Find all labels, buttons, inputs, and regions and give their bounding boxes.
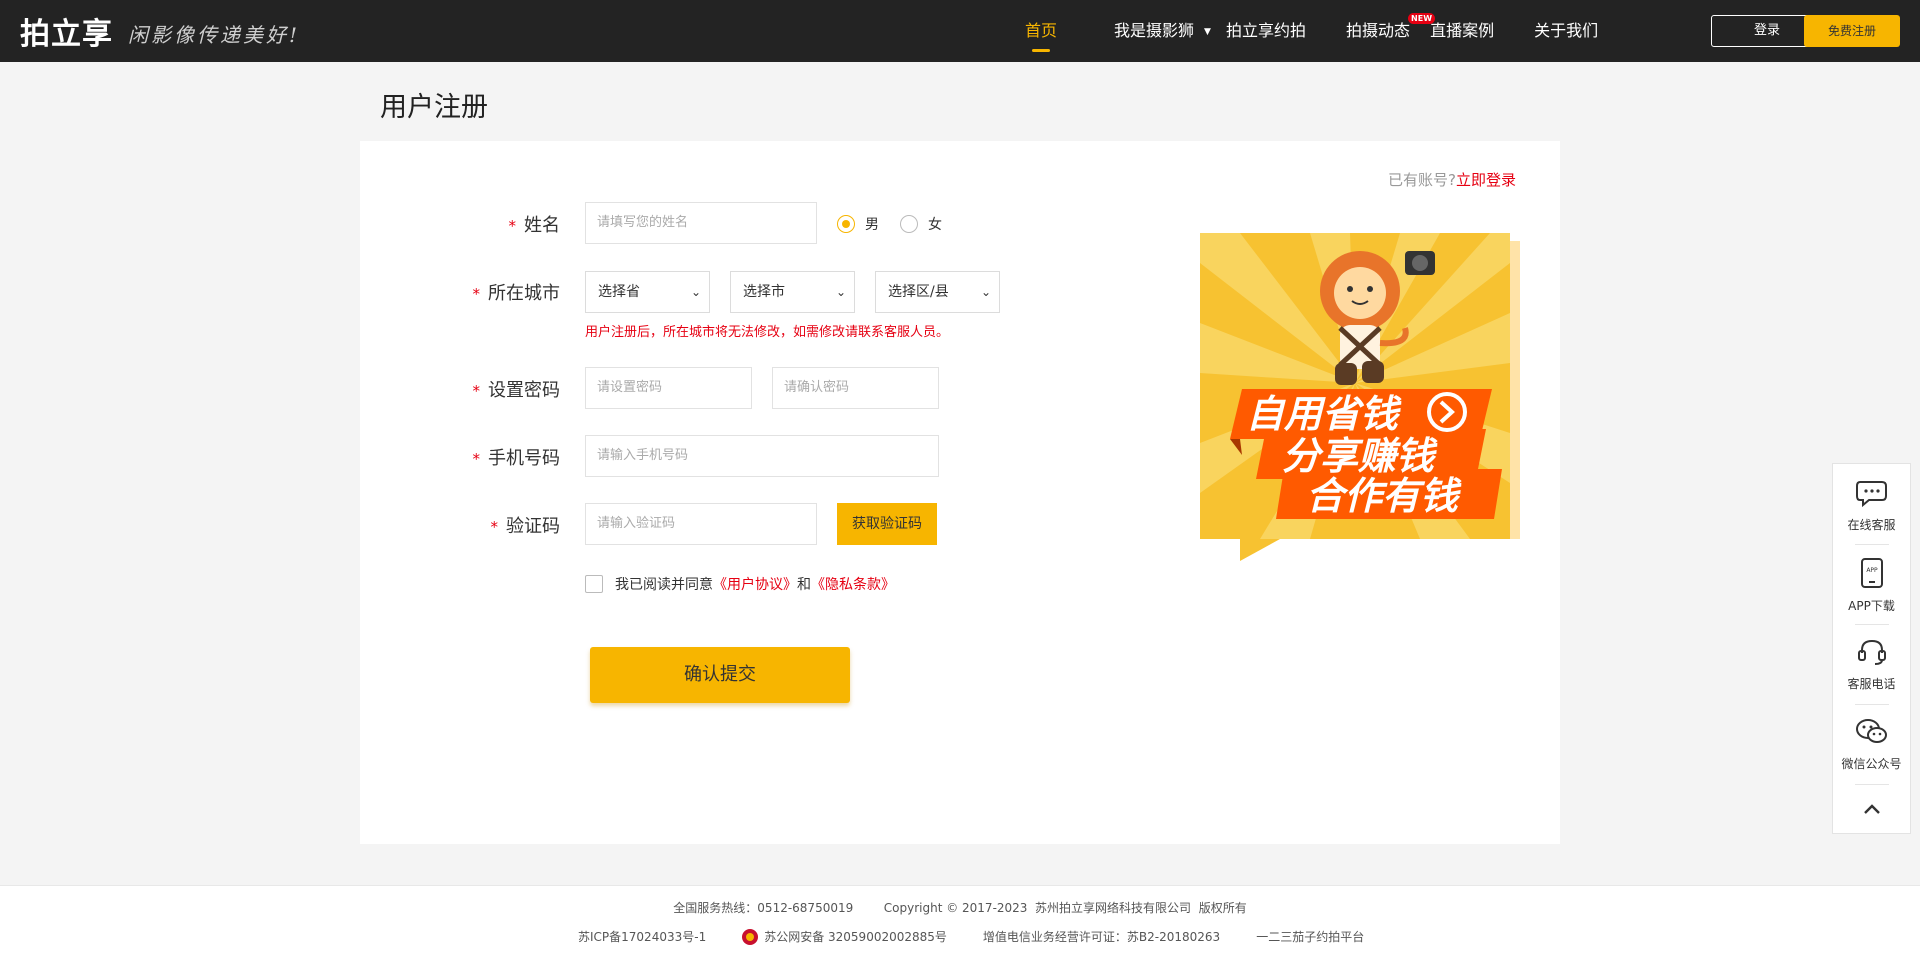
gender-female-radio[interactable]: 女 (900, 214, 942, 234)
site-slogan: 闲影像传递美好! (128, 23, 301, 47)
chevron-down-icon: ⌄ (690, 285, 701, 299)
chevron-down-icon: ⌄ (835, 285, 846, 299)
agreement-row: 我已阅读并同意 《用户协议》和《隐私条款》 (585, 574, 895, 594)
verification-code-input[interactable]: 请输入验证码 (585, 503, 817, 545)
police-badge-icon (742, 928, 759, 945)
register-card: 已有账号?立即登录 * 姓名 请填写您的姓名 男 女 * 所在城市 选择省 ⌄ 选择市… (360, 141, 1560, 844)
promo-illustration: 自用省钱 分享赚钱 合作有钱 (1200, 233, 1520, 561)
nav-item-home[interactable]: 首页 (1025, 0, 1057, 62)
phone-label: * 手机号码 (472, 448, 561, 469)
privacy-link[interactable]: 《隐私条款》 (811, 574, 895, 594)
promo-line-2: 分享赚钱 (1282, 434, 1438, 478)
chevron-down-icon: ▼ (1204, 27, 1211, 37)
district-select[interactable]: 选择区/县 ⌄ (875, 271, 1000, 313)
promo-banner[interactable]: 自用省钱 分享赚钱 合作有钱 (1200, 233, 1522, 561)
agreement-checkbox[interactable] (585, 575, 603, 593)
footer: 全国服务热线：0512-68750019 Copyright © 2017-20… (0, 885, 1920, 968)
nav-item-news[interactable]: 拍摄动态 NEW (1346, 0, 1436, 62)
promo-line-1: 自用省钱 (1246, 392, 1402, 436)
footer-copyright: 全国服务热线：0512-68750019 Copyright © 2017-20… (673, 901, 1247, 915)
nav-item-booking[interactable]: 拍立享约拍 (1226, 0, 1306, 62)
code-label: * 验证码 (490, 516, 561, 537)
wechat-button[interactable]: 微信公众号 (1833, 717, 1910, 772)
wechat-icon (1855, 719, 1887, 743)
site-logo[interactable]: 拍立享 (20, 13, 113, 52)
main-nav: 首页 我是摄影狮 ▼ 拍立享约拍 拍摄动态 NEW 直播案例 关于我们 (1010, 0, 1598, 62)
gender-male-radio[interactable]: 男 (837, 214, 879, 234)
platform-name: 一二三茄子约拍平台 (1256, 930, 1365, 944)
telecom-license: 增值电信业务经营许可证：苏B2-20180263 (982, 930, 1221, 944)
page-title: 用户注册 (380, 92, 488, 123)
nav-item-about[interactable]: 关于我们 (1534, 0, 1598, 62)
top-navbar: 拍立享 闲影像传递美好! 首页 我是摄影狮 ▼ 拍立享约拍 拍摄动态 NEW 直… (0, 0, 1920, 62)
city-select[interactable]: 选择市 ⌄ (730, 271, 855, 313)
icp-link[interactable]: 苏ICP备17024033号-1 (578, 928, 706, 945)
get-code-button[interactable]: 获取验证码 (837, 503, 937, 545)
logo-text: 拍立享 (20, 17, 113, 52)
chevron-up-icon (1863, 804, 1880, 814)
password-input[interactable]: 请设置密码 (585, 367, 752, 409)
city-hint: 用户注册后，所在城市将无法修改，如需修改请联系客服人员。 (585, 325, 950, 340)
chat-bubble-icon (1855, 481, 1887, 508)
chevron-down-icon: ⌄ (980, 285, 991, 299)
nav-item-live-cases[interactable]: 直播案例 (1430, 0, 1494, 62)
login-now-link[interactable]: 立即登录 (1456, 171, 1516, 189)
side-float-bar: 在线客服 APP APP下载 客服电话 微信公众号 (1832, 463, 1911, 834)
nav-item-photographer[interactable]: 我是摄影狮 ▼ (1114, 0, 1211, 62)
police-link[interactable]: 苏公网安备 32059002002885号 (764, 928, 947, 945)
province-select[interactable]: 选择省 ⌄ (585, 271, 710, 313)
user-agreement-link[interactable]: 《用户协议》 (713, 574, 797, 594)
name-label: * 姓名 (508, 215, 561, 236)
register-button[interactable]: 免费注册 (1804, 15, 1900, 47)
phone-app-icon: APP (1860, 558, 1883, 588)
service-phone-button[interactable]: 客服电话 (1833, 637, 1910, 692)
have-account: 已有账号?立即登录 (1388, 171, 1516, 189)
city-label: * 所在城市 (472, 283, 561, 304)
headset-icon (1857, 639, 1886, 665)
name-input[interactable]: 请填写您的姓名 (585, 202, 817, 244)
phone-input[interactable]: 请输入手机号码 (585, 435, 939, 477)
submit-button[interactable]: 确认提交 (590, 647, 850, 703)
online-service-button[interactable]: 在线客服 (1833, 478, 1910, 533)
confirm-password-input[interactable]: 请确认密码 (772, 367, 939, 409)
password-label: * 设置密码 (472, 380, 561, 401)
promo-line-3: 合作有钱 (1306, 474, 1462, 518)
app-download-button[interactable]: APP APP下载 (1833, 557, 1910, 614)
svg-text:APP: APP (1866, 567, 1878, 574)
footer-licenses: 苏ICP备17024033号-1 苏公网安备 32059002002885号 增… (578, 928, 1364, 945)
back-to-top-button[interactable] (1833, 784, 1910, 834)
